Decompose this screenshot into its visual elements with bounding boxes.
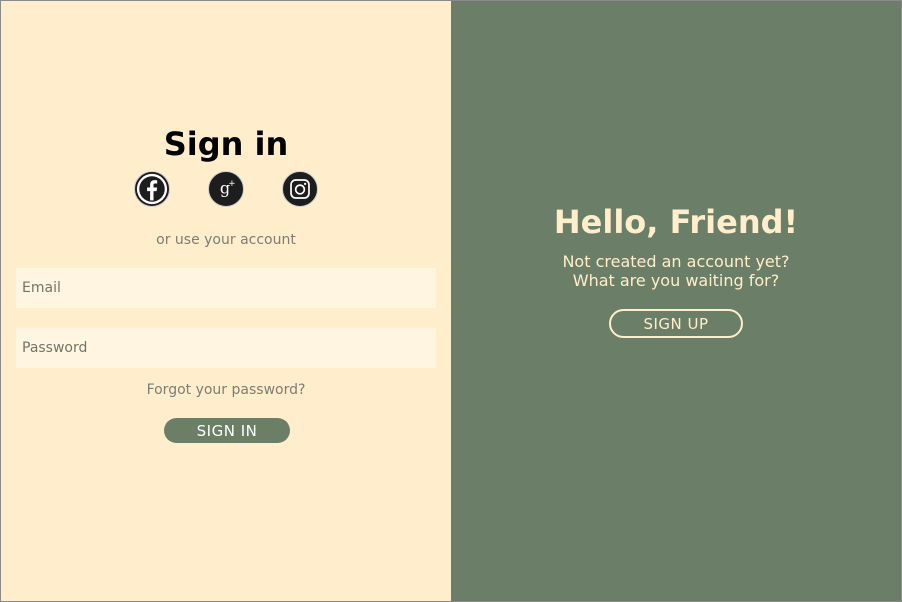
signup-panel: Hello, Friend! Not created an account ye… xyxy=(451,1,901,601)
signin-panel: Sign in g + or use your account Email Fo… xyxy=(1,1,451,601)
alternate-login-text: or use your account xyxy=(156,232,296,248)
instagram-button[interactable] xyxy=(282,171,318,207)
facebook-button[interactable] xyxy=(134,171,170,207)
email-field[interactable] xyxy=(16,268,436,308)
password-field[interactable] xyxy=(16,328,436,368)
google-plus-button[interactable]: g + xyxy=(208,171,244,207)
instagram-icon xyxy=(290,179,310,199)
signup-subtitle-line2: What are you waiting for? xyxy=(572,271,780,290)
sign-in-button[interactable]: SIGN IN xyxy=(164,418,290,443)
sign-up-button[interactable]: SIGN UP xyxy=(609,309,743,338)
google-plus-icon: g + xyxy=(220,179,236,198)
auth-container: Sign in g + or use your account Email Fo… xyxy=(0,0,902,602)
signin-title: Sign in xyxy=(163,125,289,163)
forgot-password-link[interactable]: Forgot your password? xyxy=(1,382,451,398)
signup-title: Hello, Friend! xyxy=(553,203,799,241)
facebook-icon xyxy=(136,173,168,205)
signup-subtitle-line1: Not created an account yet? xyxy=(562,252,790,271)
svg-text:+: + xyxy=(228,179,235,189)
social-login-group: g + xyxy=(1,171,451,207)
